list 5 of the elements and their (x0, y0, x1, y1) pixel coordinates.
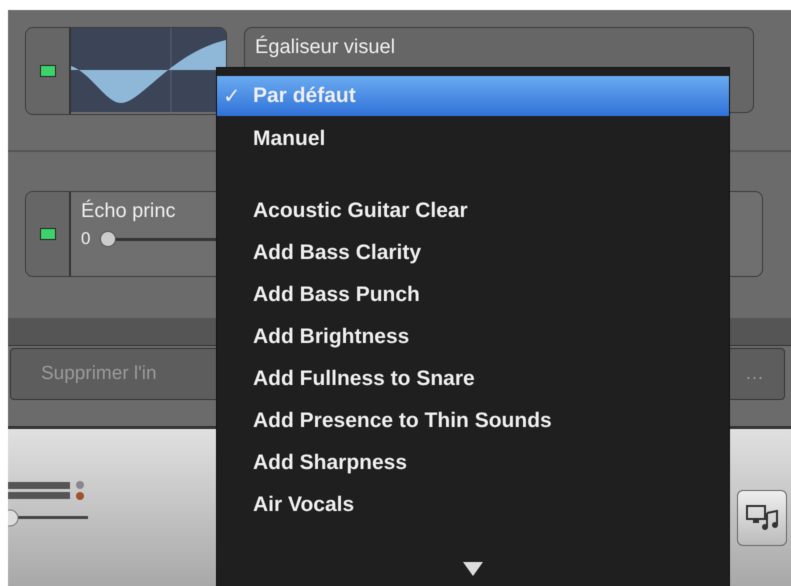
plugin-name: Écho princ (81, 200, 176, 223)
plugin-title: Égaliseur visuel (255, 36, 396, 58)
button-label-end: … (745, 363, 764, 385)
button-label: Supprimer l'in (41, 363, 157, 385)
slider-value: 0 (81, 229, 90, 249)
